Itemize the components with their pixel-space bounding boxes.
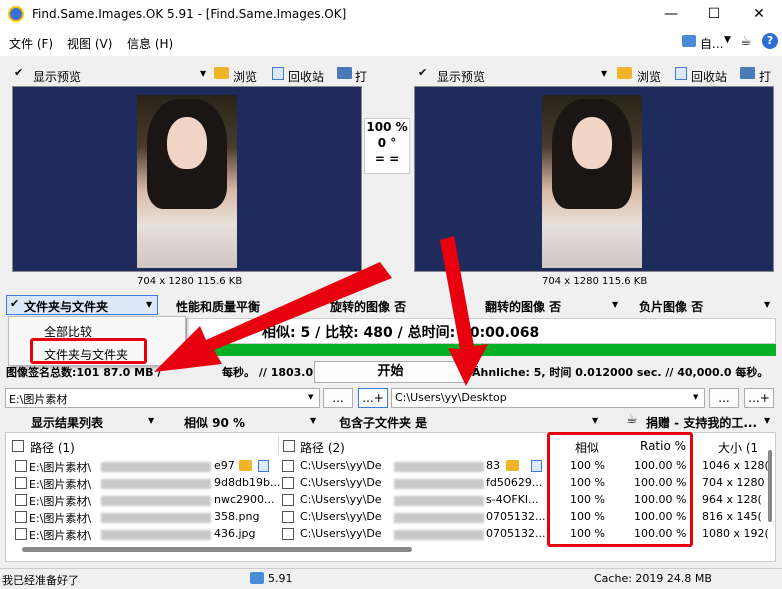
arrow-right [440, 236, 488, 386]
arrow-left [154, 262, 392, 372]
annotation-arrows [154, 236, 488, 386]
